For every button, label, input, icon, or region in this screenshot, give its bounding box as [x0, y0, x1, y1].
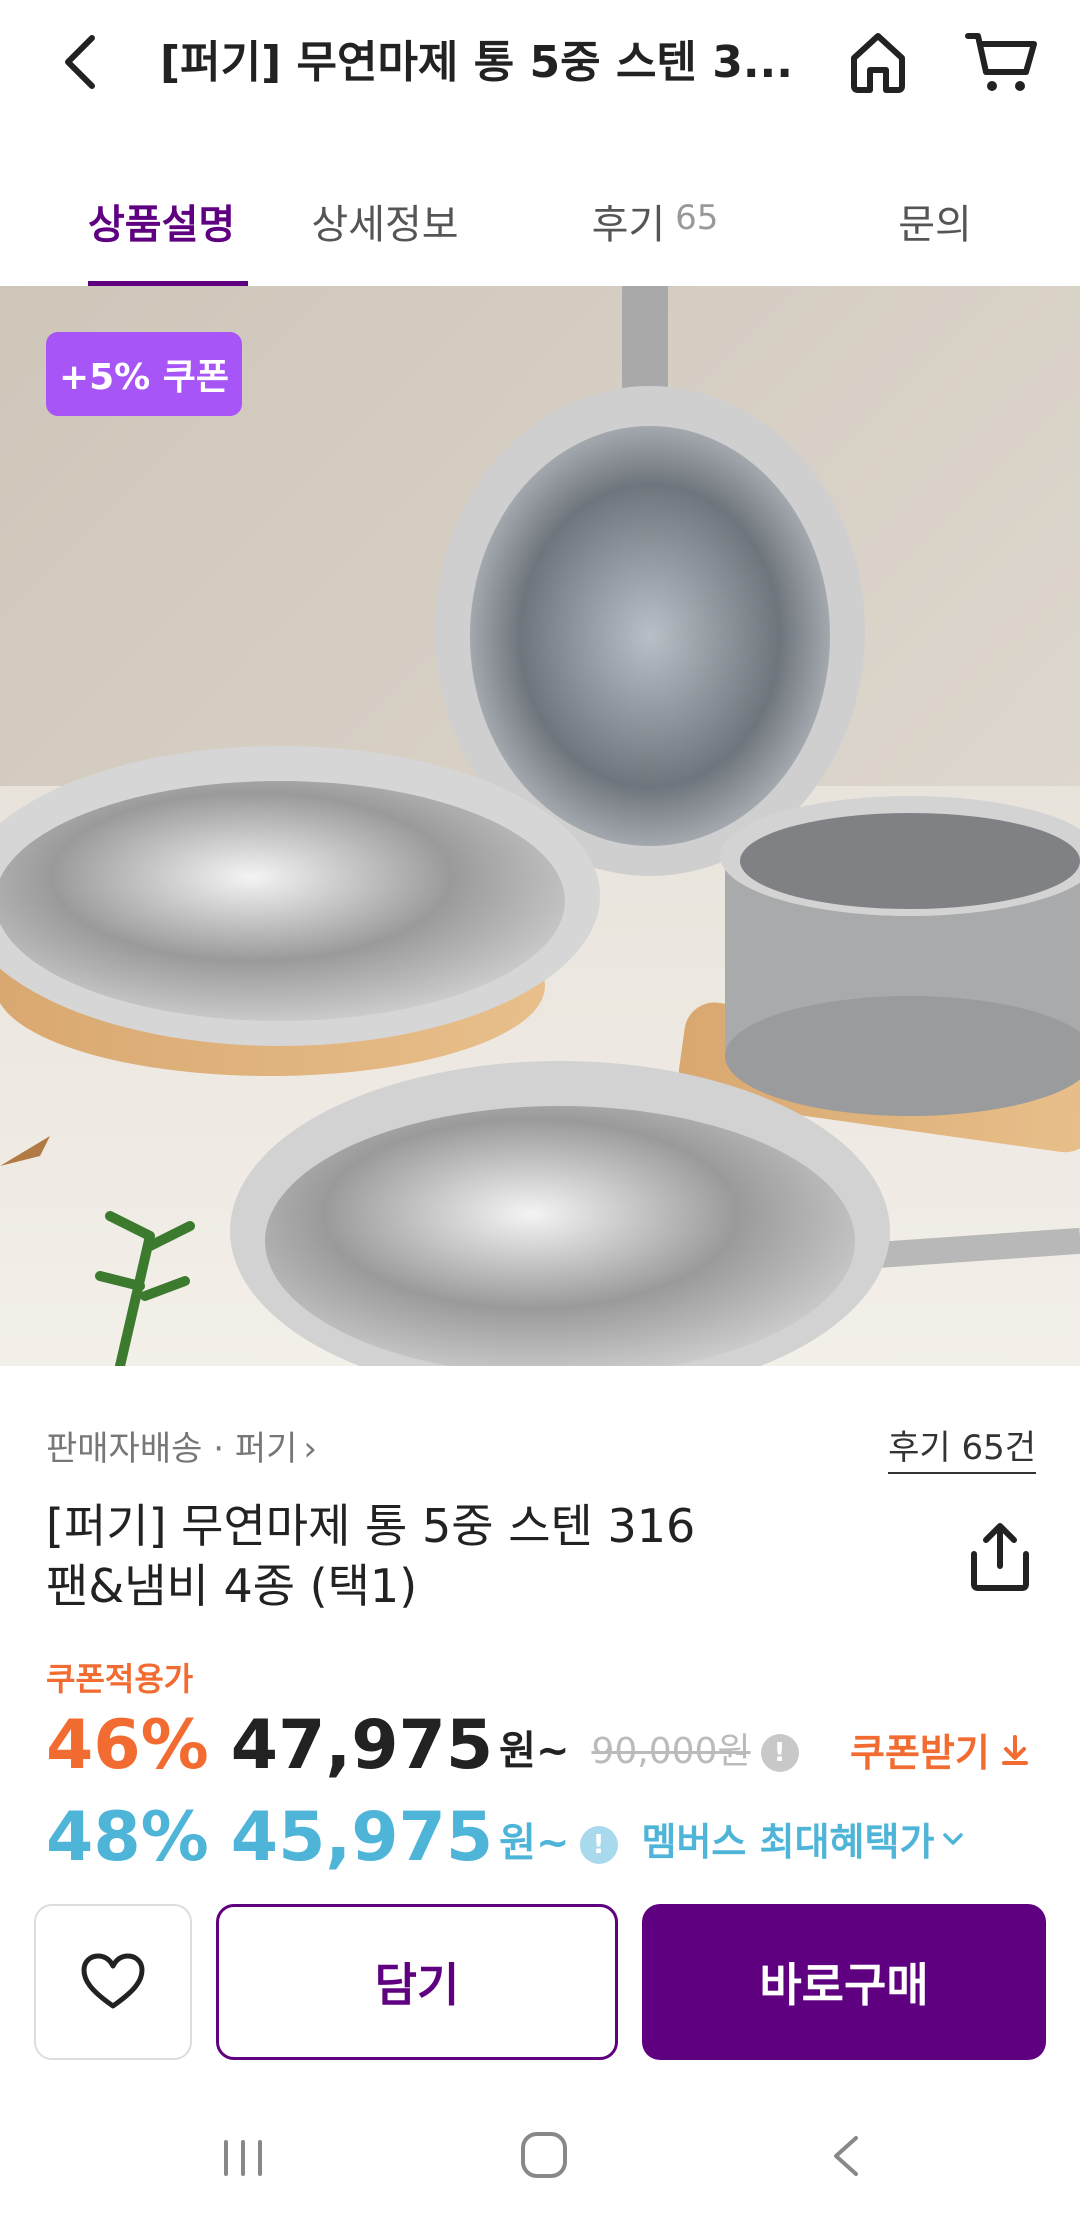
- product-image[interactable]: +5% 쿠폰: [0, 286, 1080, 1366]
- member-discount-rate: 48%: [46, 1798, 209, 1877]
- download-icon: [1001, 1734, 1028, 1765]
- top-bar: [퍼기] 무연마제 통 5중 스텐 3...: [0, 0, 1080, 130]
- seller-row: 판매자배송 · 퍼기 › 후기 65건: [46, 1424, 1036, 1474]
- recents-button[interactable]: [218, 2128, 268, 2188]
- heart-icon: [81, 1953, 145, 2009]
- back-button[interactable]: [50, 28, 110, 96]
- chevron-down-icon: [943, 1832, 964, 1845]
- home-square-icon: [521, 2132, 567, 2178]
- cookware-photo: [0, 286, 1080, 1366]
- tab-reviews[interactable]: 후기 65: [520, 160, 790, 286]
- product-tabs: 상품설명 상세정보 후기 65 문의: [0, 160, 1080, 286]
- share-button[interactable]: [968, 1522, 1032, 1592]
- seller-link[interactable]: 판매자배송 · 퍼기 ›: [46, 1424, 317, 1474]
- buy-now-button[interactable]: 바로구매: [642, 1904, 1046, 2060]
- price-unit: 원~: [499, 1728, 570, 1774]
- home-button[interactable]: [842, 26, 914, 98]
- system-back-button[interactable]: [826, 2126, 866, 2186]
- system-navigation-bar: [0, 2100, 1080, 2218]
- member-benefit-toggle[interactable]: 멤버스 최대혜택가: [642, 1811, 967, 1866]
- chevron-right-icon: ›: [303, 1429, 317, 1469]
- tab-description[interactable]: 상품설명: [0, 160, 250, 286]
- cart-icon: [965, 33, 1037, 91]
- info-icon[interactable]: !: [760, 1734, 799, 1772]
- member-price: 45,975: [230, 1798, 494, 1877]
- review-count: 65: [675, 198, 719, 238]
- recents-icon: [224, 2140, 262, 2176]
- tab-inquiry[interactable]: 문의: [790, 160, 1080, 286]
- coupon-badge: +5% 쿠폰: [46, 332, 242, 416]
- home-icon: [851, 33, 905, 93]
- product-name: [퍼기] 무연마제 통 5중 스텐 316 팬&냄비 4종 (택1): [46, 1499, 696, 1613]
- get-coupon-button[interactable]: 쿠폰받기: [850, 1722, 1032, 1777]
- sale-price: 47,975: [230, 1706, 494, 1785]
- page-title: [퍼기] 무연마제 통 5중 스텐 3...: [160, 37, 793, 88]
- discount-rate: 46%: [46, 1706, 209, 1785]
- member-info-icon[interactable]: !: [579, 1826, 618, 1864]
- member-price-unit: 원~: [499, 1820, 570, 1866]
- cart-button[interactable]: [964, 26, 1038, 98]
- wishlist-button[interactable]: [34, 1904, 192, 2060]
- coupon-price-label: 쿠폰적용가: [46, 1660, 194, 1698]
- original-price: 90,000원: [591, 1731, 751, 1772]
- coupon-price-row: 46% 47,975 원~ 90,000원 !: [46, 1706, 799, 1786]
- system-home-button[interactable]: [518, 2126, 570, 2182]
- member-price-row: 48% 45,975 원~ ! 멤버스 최대혜택가: [46, 1798, 966, 1878]
- reviews-link[interactable]: 후기 65건: [888, 1424, 1036, 1474]
- chevron-left-icon: [65, 35, 95, 89]
- share-icon: [971, 1523, 1029, 1591]
- back-arrow-icon: [834, 2136, 858, 2176]
- tab-details[interactable]: 상세정보: [250, 160, 520, 286]
- add-to-cart-button[interactable]: 담기: [216, 1904, 618, 2060]
